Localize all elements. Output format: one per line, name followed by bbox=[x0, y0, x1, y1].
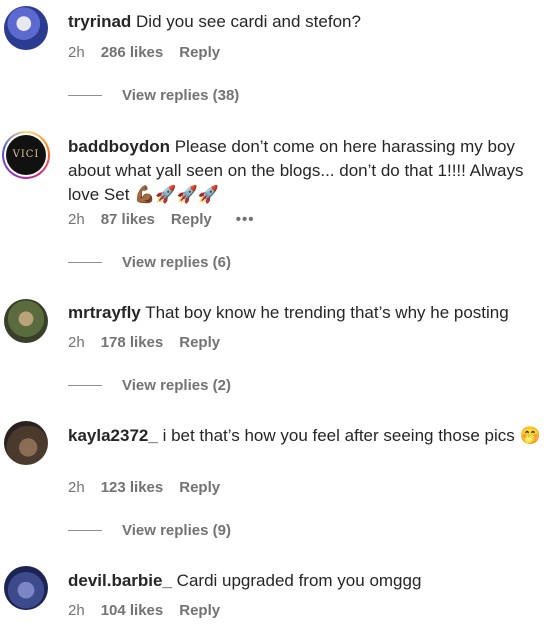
likes-count[interactable]: 178 likes bbox=[101, 334, 164, 351]
divider-line bbox=[68, 385, 102, 386]
avatar-ring-gap: VICI bbox=[4, 133, 48, 177]
reply-button[interactable]: Reply bbox=[171, 211, 212, 228]
view-replies-button[interactable]: View replies (9) bbox=[68, 522, 231, 539]
likes-count[interactable]: 87 likes bbox=[101, 211, 155, 228]
comment-meta: 2h 104 likes Reply bbox=[68, 602, 244, 619]
comment-text: kayla2372_ i bet that’s how you feel aft… bbox=[68, 424, 548, 448]
comment-body: Cardi upgraded from you omggg bbox=[176, 571, 422, 590]
avatar[interactable] bbox=[4, 299, 48, 343]
divider-line bbox=[68, 530, 102, 531]
timestamp: 2h bbox=[68, 334, 85, 351]
comment-text: devil.barbie_ Cardi upgraded from you om… bbox=[68, 569, 548, 593]
username[interactable]: baddboydon bbox=[68, 137, 170, 156]
reply-button[interactable]: Reply bbox=[179, 44, 220, 61]
avatar[interactable] bbox=[4, 566, 48, 610]
view-replies-label: View replies (2) bbox=[122, 377, 231, 394]
timestamp: 2h bbox=[68, 211, 85, 228]
timestamp: 2h bbox=[68, 44, 85, 61]
likes-count[interactable]: 104 likes bbox=[101, 602, 164, 619]
view-replies-label: View replies (9) bbox=[122, 522, 231, 539]
divider-line bbox=[68, 95, 102, 96]
likes-count[interactable]: 123 likes bbox=[101, 479, 164, 496]
username[interactable]: mrtrayfly bbox=[68, 303, 141, 322]
avatar[interactable]: VICI bbox=[2, 131, 50, 179]
timestamp: 2h bbox=[68, 479, 85, 496]
likes-count[interactable]: 286 likes bbox=[101, 44, 164, 61]
comment-body: i bet that’s how you feel after seeing t… bbox=[162, 426, 541, 445]
more-options-icon[interactable]: ••• bbox=[236, 211, 255, 228]
view-replies-button[interactable]: View replies (38) bbox=[68, 87, 239, 104]
username[interactable]: devil.barbie_ bbox=[68, 571, 172, 590]
view-replies-button[interactable]: View replies (6) bbox=[68, 254, 231, 271]
reply-button[interactable]: Reply bbox=[179, 479, 220, 496]
username[interactable]: tryrinad bbox=[68, 12, 131, 31]
reply-button[interactable]: Reply bbox=[179, 334, 220, 351]
view-replies-label: View replies (6) bbox=[122, 254, 231, 271]
comment-text: baddboydon Please don’t come on here har… bbox=[68, 135, 548, 207]
comment-text: tryrinad Did you see cardi and stefon? bbox=[68, 10, 548, 34]
comment-meta: 2h 178 likes Reply bbox=[68, 334, 244, 351]
view-replies-label: View replies (38) bbox=[122, 87, 240, 104]
comment-body: Did you see cardi and stefon? bbox=[136, 12, 361, 31]
reply-button[interactable]: Reply bbox=[179, 602, 220, 619]
timestamp: 2h bbox=[68, 602, 85, 619]
comment-body: That boy know he trending that’s why he … bbox=[145, 303, 509, 322]
avatar-vici-logo: VICI bbox=[6, 135, 46, 175]
avatar[interactable] bbox=[4, 421, 48, 465]
comment-meta: 2h 123 likes Reply bbox=[68, 479, 244, 496]
comment-meta: 2h 87 likes Reply ••• bbox=[68, 211, 255, 228]
avatar[interactable] bbox=[4, 6, 48, 50]
comment-meta: 2h 286 likes Reply bbox=[68, 44, 244, 61]
comment-text: mrtrayfly That boy know he trending that… bbox=[68, 301, 548, 325]
view-replies-button[interactable]: View replies (2) bbox=[68, 377, 231, 394]
divider-line bbox=[68, 262, 102, 263]
username[interactable]: kayla2372_ bbox=[68, 426, 158, 445]
